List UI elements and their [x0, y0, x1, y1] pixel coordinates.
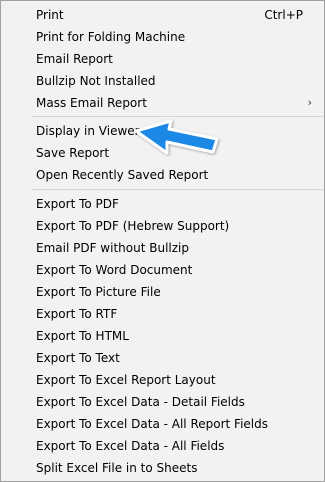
menu-item-label: Mass Email Report: [36, 96, 147, 110]
menu-item-mass-email-report[interactable]: Mass Email Report ›: [2, 92, 323, 114]
menu-item-label: Export To Word Document: [36, 263, 193, 277]
context-menu: Print Ctrl+P Print for Folding Machine E…: [0, 0, 325, 482]
menu-item-label: Export To PDF (Hebrew Support): [36, 219, 230, 233]
menu-item-open-recently-saved-report[interactable]: Open Recently Saved Report: [2, 164, 323, 186]
menu-item-print-folding-machine[interactable]: Print for Folding Machine: [2, 26, 323, 48]
menu-item-label: Split Excel File in to Sheets: [36, 461, 198, 475]
menu-item-label: Open Recently Saved Report: [36, 168, 209, 182]
menu-item-label: Print: [36, 8, 64, 22]
menu-item-label: Export To RTF: [36, 307, 118, 321]
menu-item-label: Save Report: [36, 146, 110, 160]
menu-item-label: Export To Text: [36, 351, 120, 365]
menu-item-export-html[interactable]: Export To HTML: [2, 325, 323, 347]
menu-item-label: Export To Picture File: [36, 285, 161, 299]
menu-item-export-excel-detail-fields[interactable]: Export To Excel Data - Detail Fields: [2, 391, 323, 413]
menu-item-email-report[interactable]: Email Report: [2, 48, 323, 70]
menu-item-split-excel-sheets[interactable]: Split Excel File in to Sheets: [2, 457, 323, 479]
menu-item-print[interactable]: Print Ctrl+P: [2, 4, 323, 26]
menu-item-label: Export To Excel Data - All Fields: [36, 439, 225, 453]
menu-item-export-excel-report-layout[interactable]: Export To Excel Report Layout: [2, 369, 323, 391]
menu-item-label: Export To PDF: [36, 197, 119, 211]
menu-item-label: Export To Excel Data - Detail Fields: [36, 395, 245, 409]
menu-item-label: Display in Viewer: [36, 124, 140, 138]
menu-item-label: Export To HTML: [36, 329, 129, 343]
menu-item-export-text[interactable]: Export To Text: [2, 347, 323, 369]
menu-item-export-word[interactable]: Export To Word Document: [2, 259, 323, 281]
menu-item-export-excel-all-fields[interactable]: Export To Excel Data - All Fields: [2, 435, 323, 457]
menu-item-export-pdf-hebrew[interactable]: Export To PDF (Hebrew Support): [2, 215, 323, 237]
chevron-right-icon: ›: [307, 96, 312, 109]
menu-item-export-excel-all-report-fields[interactable]: Export To Excel Data - All Report Fields: [2, 413, 323, 435]
menu-item-export-rtf[interactable]: Export To RTF: [2, 303, 323, 325]
blue-arrow-pointer-icon: [134, 119, 219, 155]
menu-item-bullzip-not-installed[interactable]: Bullzip Not Installed: [2, 70, 323, 92]
menu-separator: [32, 116, 323, 117]
menu-separator: [32, 189, 323, 190]
menu-item-email-pdf-without-bullzip[interactable]: Email PDF without Bullzip: [2, 237, 323, 259]
menu-item-label: Email Report: [36, 52, 113, 66]
shortcut-label: Ctrl+P: [264, 8, 303, 22]
menu-item-export-pdf[interactable]: Export To PDF: [2, 193, 323, 215]
menu-item-label: Bullzip Not Installed: [36, 74, 156, 88]
menu-item-export-picture[interactable]: Export To Picture File: [2, 281, 323, 303]
menu-item-label: Email PDF without Bullzip: [36, 241, 189, 255]
menu-item-label: Export To Excel Data - All Report Fields: [36, 417, 268, 431]
menu-item-label: Print for Folding Machine: [36, 30, 186, 44]
menu-item-label: Export To Excel Report Layout: [36, 373, 216, 387]
